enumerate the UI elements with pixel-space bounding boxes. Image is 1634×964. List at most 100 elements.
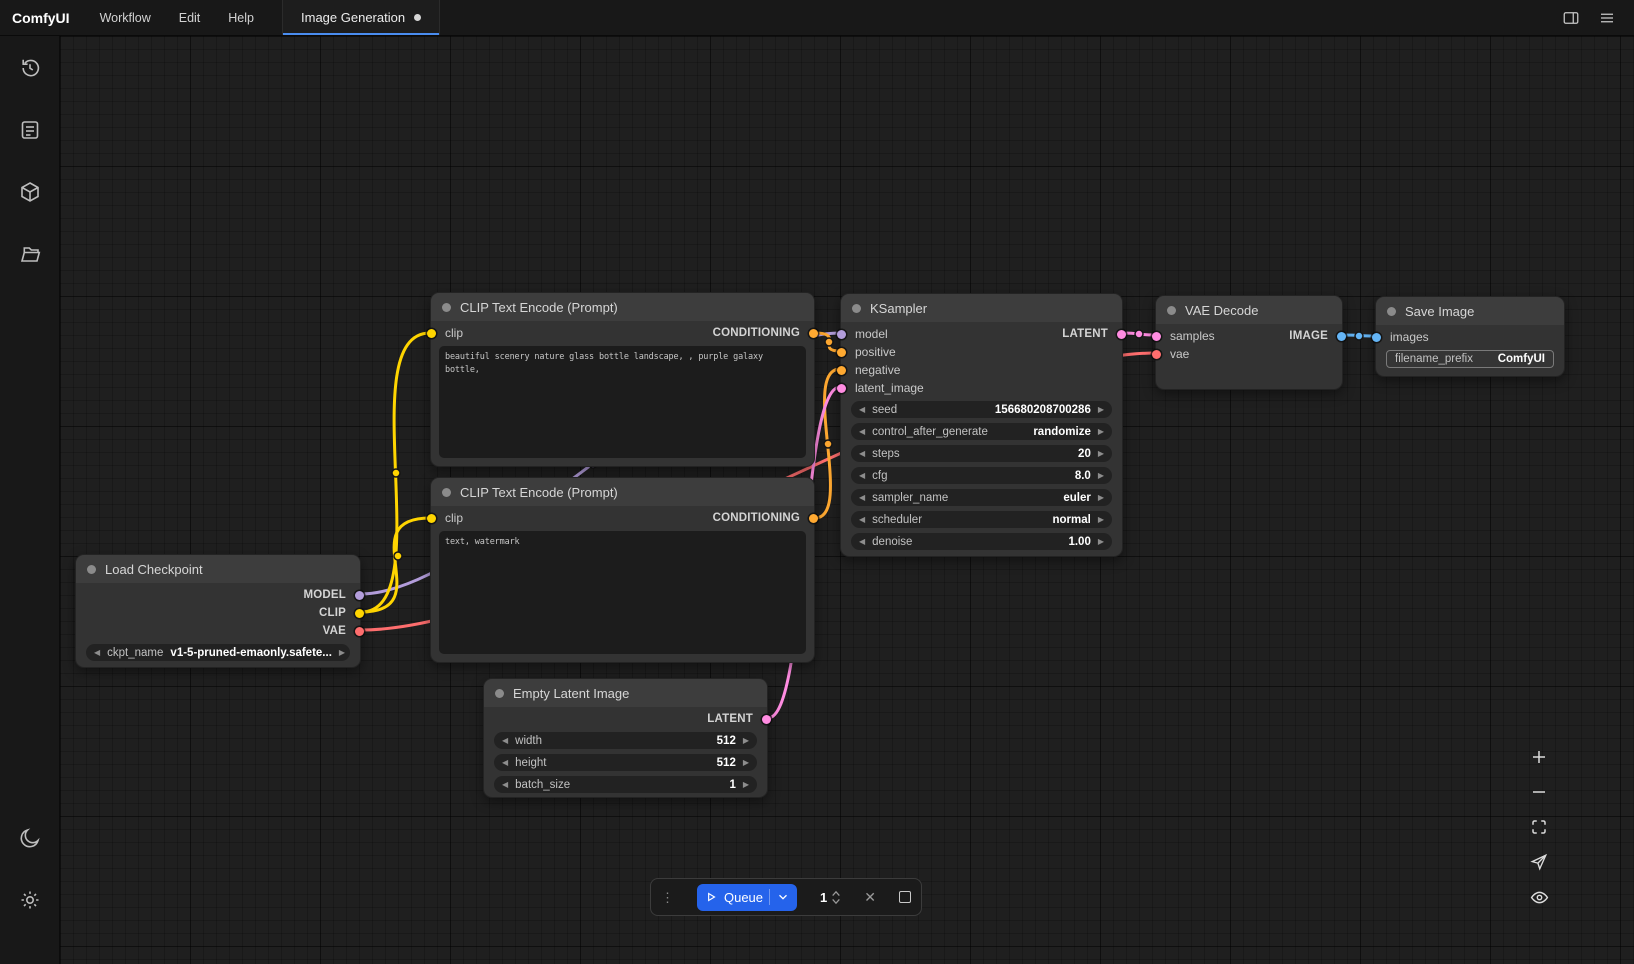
increment-arrow-icon[interactable]: ▶ [743, 759, 749, 767]
workflows-button[interactable] [12, 236, 48, 272]
port-model-input[interactable] [837, 330, 846, 339]
zoom-out-button[interactable] [1524, 777, 1554, 807]
decrement-arrow-icon[interactable]: ◀ [859, 538, 865, 546]
drag-handle-icon[interactable]: ⋮ [661, 891, 674, 904]
widget-control-after-generate[interactable]: ◀ control_after_generate randomize ▶ [851, 423, 1112, 440]
widget-value: 512 [717, 735, 736, 747]
decrement-arrow-icon[interactable]: ◀ [859, 472, 865, 480]
port-latent-image-input[interactable] [837, 384, 846, 393]
node-header[interactable]: Load Checkpoint [76, 555, 360, 583]
port-model-output[interactable] [355, 591, 364, 600]
widget-ckpt-name[interactable]: ◀ ckpt_name v1-5-pruned-emaonly.safete..… [86, 644, 350, 661]
node-clip-text-encode-negative[interactable]: CLIP Text Encode (Prompt) clip CONDITION… [430, 477, 815, 663]
queue-button[interactable]: Queue [697, 884, 797, 911]
menu-help[interactable]: Help [214, 0, 268, 35]
theme-toggle-button[interactable] [12, 820, 48, 856]
node-library-button[interactable] [12, 112, 48, 148]
stepper-arrows[interactable] [831, 890, 841, 905]
widget-batch-size[interactable]: ◀ batch_size 1 ▶ [494, 776, 757, 793]
model-library-button[interactable] [12, 174, 48, 210]
batch-count-stepper[interactable]: 1 [820, 890, 841, 905]
decrement-arrow-icon[interactable]: ◀ [502, 737, 508, 745]
tab-image-generation[interactable]: Image Generation [282, 0, 440, 35]
port-image-output[interactable] [1337, 332, 1346, 341]
node-ksampler[interactable]: KSampler model LATENT positive negative … [840, 293, 1123, 557]
decrement-arrow-icon[interactable]: ◀ [859, 494, 865, 502]
node-status-dot [442, 488, 451, 497]
increment-arrow-icon[interactable]: ▶ [339, 649, 345, 657]
decrement-arrow-icon[interactable]: ◀ [859, 450, 865, 458]
port-vae-output[interactable] [355, 627, 364, 636]
slot-row: model LATENT [841, 325, 1122, 343]
widget-steps[interactable]: ◀ steps 20 ▶ [851, 445, 1112, 462]
decrement-arrow-icon[interactable]: ◀ [859, 428, 865, 436]
node-load-checkpoint[interactable]: Load Checkpoint MODEL CLIP VAE ◀ ckpt_na… [75, 554, 361, 668]
widget-scheduler[interactable]: ◀ scheduler normal ▶ [851, 511, 1112, 528]
menu-edit[interactable]: Edit [165, 0, 215, 35]
prompt-text-input[interactable]: text, watermark [439, 531, 806, 654]
chevron-up-icon[interactable] [831, 890, 841, 897]
widget-width[interactable]: ◀ width 512 ▶ [494, 732, 757, 749]
settings-button[interactable] [12, 882, 48, 918]
graph-canvas[interactable]: Load Checkpoint MODEL CLIP VAE ◀ ckpt_na… [60, 36, 1634, 964]
port-negative-input[interactable] [837, 366, 846, 375]
node-clip-text-encode-positive[interactable]: CLIP Text Encode (Prompt) clip CONDITION… [430, 292, 815, 467]
zoom-in-button[interactable] [1524, 742, 1554, 772]
decrement-arrow-icon[interactable]: ◀ [859, 406, 865, 414]
decrement-arrow-icon[interactable]: ◀ [502, 759, 508, 767]
chevron-down-icon[interactable] [831, 898, 841, 905]
node-header[interactable]: KSampler [841, 294, 1122, 322]
widget-filename-prefix[interactable]: filename_prefix ComfyUI [1386, 350, 1554, 368]
node-header[interactable]: CLIP Text Encode (Prompt) [431, 478, 814, 506]
increment-arrow-icon[interactable]: ▶ [743, 737, 749, 745]
decrement-arrow-icon[interactable]: ◀ [502, 781, 508, 789]
stop-icon[interactable] [899, 891, 911, 903]
port-conditioning-output[interactable] [809, 329, 818, 338]
widget-seed[interactable]: ◀ seed 156680208700286 ▶ [851, 401, 1112, 418]
chevron-down-icon[interactable] [776, 890, 790, 904]
increment-arrow-icon[interactable]: ▶ [1098, 538, 1104, 546]
node-header[interactable]: Empty Latent Image [484, 679, 767, 707]
widget-cfg[interactable]: ◀ cfg 8.0 ▶ [851, 467, 1112, 484]
increment-arrow-icon[interactable]: ▶ [1098, 428, 1104, 436]
node-slots: LATENT [484, 707, 767, 728]
panel-toggle-button[interactable] [1556, 4, 1586, 32]
port-clip-input[interactable] [427, 329, 436, 338]
port-positive-input[interactable] [837, 348, 846, 357]
widget-denoise[interactable]: ◀ denoise 1.00 ▶ [851, 533, 1112, 550]
node-empty-latent-image[interactable]: Empty Latent Image LATENT ◀ width 512 ▶ … [483, 678, 768, 798]
prompt-text-input[interactable]: beautiful scenery nature glass bottle la… [439, 346, 806, 458]
increment-arrow-icon[interactable]: ▶ [1098, 494, 1104, 502]
port-clip-output[interactable] [355, 609, 364, 618]
increment-arrow-icon[interactable]: ▶ [1098, 406, 1104, 414]
node-header[interactable]: VAE Decode [1156, 296, 1342, 324]
node-vae-decode[interactable]: VAE Decode samples IMAGE vae [1155, 295, 1343, 390]
fit-view-button[interactable] [1524, 812, 1554, 842]
history-button[interactable] [12, 50, 48, 86]
node-slots: clip CONDITIONING [431, 506, 814, 527]
pointer-mode-button[interactable] [1524, 847, 1554, 877]
increment-arrow-icon[interactable]: ▶ [1098, 516, 1104, 524]
port-clip-input[interactable] [427, 514, 436, 523]
node-header[interactable]: Save Image [1376, 297, 1564, 325]
clear-queue-icon[interactable]: ✕ [864, 890, 876, 904]
increment-arrow-icon[interactable]: ▶ [743, 781, 749, 789]
decrement-arrow-icon[interactable]: ◀ [94, 649, 100, 657]
hamburger-menu-button[interactable] [1592, 4, 1622, 32]
node-header[interactable]: CLIP Text Encode (Prompt) [431, 293, 814, 321]
port-samples-input[interactable] [1152, 332, 1161, 341]
port-conditioning-output[interactable] [809, 514, 818, 523]
port-vae-input[interactable] [1152, 350, 1161, 359]
widget-height[interactable]: ◀ height 512 ▶ [494, 754, 757, 771]
widget-sampler-name[interactable]: ◀ sampler_name euler ▶ [851, 489, 1112, 506]
menu-workflow[interactable]: Workflow [86, 0, 165, 35]
increment-arrow-icon[interactable]: ▶ [1098, 472, 1104, 480]
port-latent-output[interactable] [762, 715, 771, 724]
toggle-visibility-button[interactable] [1524, 882, 1554, 912]
port-images-input[interactable] [1372, 333, 1381, 342]
node-save-image[interactable]: Save Image images filename_prefix ComfyU… [1375, 296, 1565, 377]
increment-arrow-icon[interactable]: ▶ [1098, 450, 1104, 458]
port-latent-output[interactable] [1117, 330, 1126, 339]
app-logo[interactable]: ComfyUI [0, 0, 86, 35]
decrement-arrow-icon[interactable]: ◀ [859, 516, 865, 524]
